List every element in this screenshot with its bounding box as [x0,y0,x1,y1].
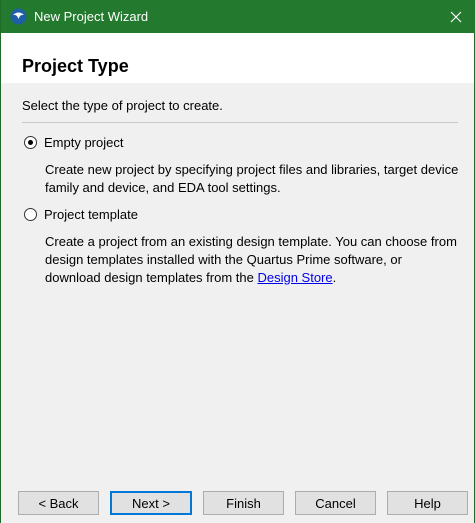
page-title: Project Type [22,56,129,76]
close-button[interactable] [436,0,475,33]
wizard-header: Project Type [1,33,474,83]
empty-project-option[interactable]: Empty project [24,135,123,150]
close-icon [450,11,462,22]
wizard-content: Select the type of project to create. Em… [1,83,474,482]
back-button[interactable]: < Back [18,491,99,515]
project-template-description: Create a project from an existing design… [45,233,460,287]
cancel-button[interactable]: Cancel [295,491,376,515]
empty-project-label: Empty project [44,135,124,150]
project-template-option[interactable]: Project template [24,207,138,222]
next-button[interactable]: Next > [110,491,192,515]
template-description-text: Create a project from an existing design… [45,234,457,285]
project-template-label: Project template [44,207,138,222]
window-title: New Project Wizard [34,9,149,24]
template-description-end: . [332,270,337,285]
button-bar: < Back Next > Finish Cancel Help [1,482,474,523]
quartus-logo-icon [10,8,27,25]
empty-project-description: Create new project by specifying project… [45,162,459,195]
project-template-radio[interactable] [24,208,37,221]
new-project-wizard-window: New Project Wizard Project Type Select t… [0,0,475,523]
design-store-link[interactable]: Design Store [257,270,332,285]
title-bar: New Project Wizard [1,0,475,33]
empty-project-radio[interactable] [24,136,37,149]
finish-button[interactable]: Finish [203,491,284,515]
separator [22,122,458,123]
help-button[interactable]: Help [387,491,468,515]
prompt-text: Select the type of project to create. [22,98,223,113]
